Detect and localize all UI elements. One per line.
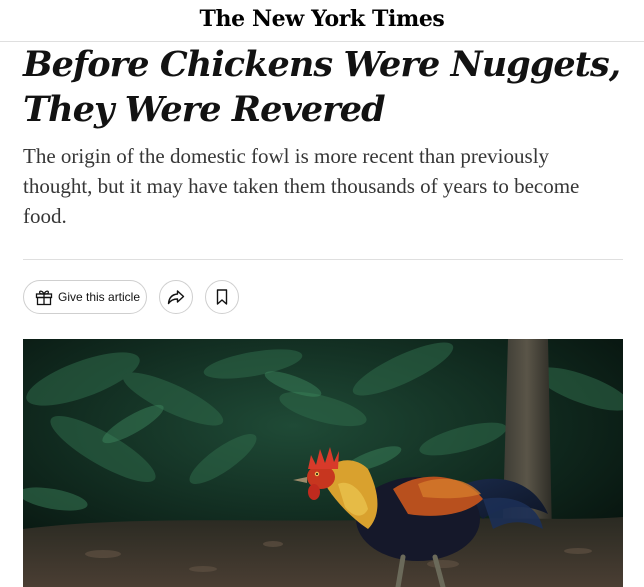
bookmark-icon: [212, 287, 232, 307]
share-arrow-icon: [166, 287, 186, 307]
save-button[interactable]: [205, 280, 239, 314]
lead-photo: [23, 339, 623, 587]
nyt-logo[interactable]: The New York Times: [0, 6, 644, 32]
share-button[interactable]: [159, 280, 193, 314]
article-headline: Before Chickens Were Nuggets, They Were …: [23, 44, 621, 130]
gift-icon: [34, 287, 54, 307]
top-bar: The New York Times: [0, 0, 644, 42]
article-summary: The origin of the domestic fowl is more …: [23, 144, 580, 228]
section-divider: [23, 259, 623, 260]
gift-article-label: Give this article: [58, 290, 141, 304]
gift-article-button[interactable]: Give this article: [23, 280, 147, 314]
